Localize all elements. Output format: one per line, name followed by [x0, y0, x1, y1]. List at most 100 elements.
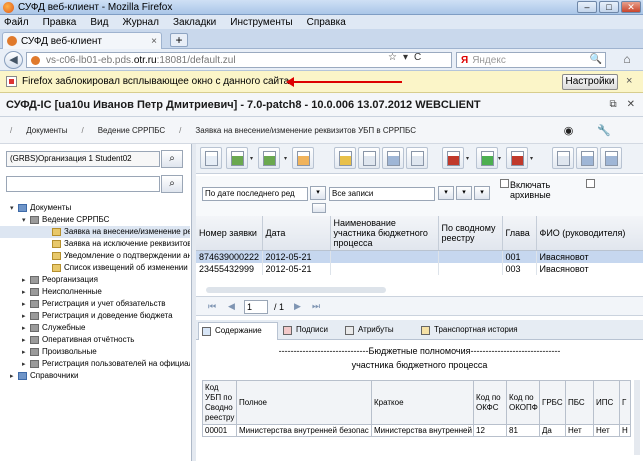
collapse-icon[interactable]: ▾ [22, 215, 30, 226]
tree-item[interactable]: ▸ Неисполненные [0, 286, 190, 298]
settings-wrench-icon[interactable]: 🔧 [597, 124, 611, 137]
table-row[interactable]: 23455432999 2012-05-21 003 Ивасяновот [196, 262, 643, 275]
tree-item[interactable]: ▾ Ведение СРРПБС [0, 214, 190, 226]
home-icon[interactable]: ⌂ [618, 52, 636, 68]
expand-icon[interactable]: ▸ [22, 287, 30, 298]
close-app-icon[interactable]: ✕ [627, 99, 635, 110]
menu-tools[interactable]: Инструменты [230, 17, 292, 28]
delete-document-button[interactable] [506, 147, 528, 169]
browser-tab[interactable]: СУФД веб-клиент × [2, 32, 162, 49]
tree-item[interactable]: Заявка на внесение/изменение рекв [0, 226, 190, 238]
grid-column-header[interactable]: Наименование участника бюджетного процес… [330, 216, 439, 251]
grid-column-header[interactable]: Номер заявки [196, 216, 263, 251]
first-page-icon[interactable]: ⏮ [208, 301, 216, 312]
menu-bookmarks[interactable]: Закладки [173, 17, 216, 28]
next-page-icon[interactable]: ▶ [294, 301, 301, 312]
tab-content[interactable]: Содержание [198, 322, 278, 340]
grid-column-header[interactable]: ФИО (руководителя) [536, 216, 643, 251]
tree-item[interactable]: Список извещений об изменении РУБ [0, 262, 190, 274]
expand-icon[interactable]: ▸ [22, 347, 30, 358]
tree-item[interactable]: ▸ Служебные [0, 322, 190, 334]
menu-help[interactable]: Справка [307, 17, 346, 28]
popup-close-icon[interactable]: × [626, 75, 632, 87]
attach-button[interactable] [576, 147, 598, 169]
sort-direction-button[interactable]: ▾ [310, 186, 326, 200]
reload-icon[interactable]: C [414, 52, 421, 63]
calendar-icon[interactable] [312, 203, 326, 213]
content-vertical-scrollbar[interactable] [634, 380, 640, 455]
records-select[interactable]: Все записи [329, 187, 435, 201]
dropdown-caret-icon[interactable]: ▾ [250, 155, 253, 162]
search-input[interactable]: Я Яндекс 🔍 [456, 52, 606, 68]
refresh-button[interactable] [552, 147, 574, 169]
tree-item[interactable]: ▸ Регистрация и доведение бюджета [0, 310, 190, 322]
expand-icon[interactable]: ▸ [10, 371, 18, 382]
dropdown-caret-icon[interactable]: ▾ [530, 155, 533, 162]
help-globe-icon[interactable]: ◉ [564, 124, 574, 137]
page-number-input[interactable]: 1 [244, 300, 268, 314]
include-archive-checkbox[interactable] [500, 179, 509, 188]
site-identity-icon[interactable] [31, 55, 40, 65]
open-document-button[interactable] [292, 147, 314, 169]
tab-attributes[interactable]: Атрибуты [342, 322, 416, 340]
export-document-button[interactable] [406, 147, 428, 169]
expand-icon[interactable]: ▸ [22, 311, 30, 322]
menu-history[interactable]: Журнал [122, 17, 159, 28]
tree-item[interactable]: ▸ Регистрация пользователей на официал [0, 358, 190, 370]
expand-icon[interactable]: ▸ [22, 299, 30, 310]
breadcrumb-item-request[interactable]: Заявка на внесение/изменение реквизитов … [195, 126, 416, 135]
table-row[interactable]: 874639000222 2012-05-21 001 Ивасяновот [196, 250, 643, 263]
tree-item[interactable]: ▸ Регистрация и учет обязательств [0, 298, 190, 310]
sort-select[interactable]: По дате последнего ред [202, 187, 308, 201]
check-document-button[interactable] [476, 147, 498, 169]
menu-edit[interactable]: Правка [43, 17, 77, 28]
tree-item[interactable]: ▸ Произвольные [0, 346, 190, 358]
tree-item[interactable]: Уведомление о подтверждении анну [0, 250, 190, 262]
grid-column-header[interactable]: Дата [262, 216, 331, 251]
breadcrumb-item-documents[interactable]: Документы [26, 126, 67, 135]
tab-transport-history[interactable]: Транспортная история [418, 322, 536, 340]
history-dropdown-icon[interactable]: ▾ [403, 52, 408, 63]
breadcrumb-item-srrpbs[interactable]: Ведение СРРПБС [98, 126, 165, 135]
maximize-button[interactable]: □ [599, 1, 619, 13]
menu-file[interactable]: Файл [4, 17, 29, 28]
grid-column-header[interactable]: Глава [502, 216, 537, 251]
collapse-icon[interactable]: ▾ [10, 203, 18, 214]
dropdown-caret-icon[interactable]: ▾ [498, 155, 501, 162]
tree-filter-input[interactable] [6, 176, 160, 192]
restore-icon[interactable]: ⧉ [609, 99, 616, 110]
grid-horizontal-scrollbar[interactable] [206, 287, 386, 293]
create-document-button[interactable] [226, 147, 248, 169]
filter-clear-button[interactable]: ▾ [474, 186, 490, 200]
expand-icon[interactable]: ▸ [22, 275, 30, 286]
new-tab-button[interactable]: + [170, 33, 188, 47]
tree-filter-button[interactable]: ⌕ [161, 175, 183, 193]
print-document-button[interactable] [382, 147, 404, 169]
expand-icon[interactable]: ▸ [22, 335, 30, 346]
create-copy-button[interactable] [258, 147, 280, 169]
view-document-button[interactable] [358, 147, 380, 169]
menu-view[interactable]: Вид [90, 17, 108, 28]
tree-item[interactable]: ▸ Оперативная отчётность [0, 334, 190, 346]
bookmark-star-icon[interactable]: ☆ [388, 52, 397, 63]
tree-item[interactable]: ▾ Документы [0, 202, 190, 214]
search-go-icon[interactable]: 🔍 [590, 54, 602, 65]
prev-page-icon[interactable]: ◀ [228, 301, 235, 312]
minimize-button[interactable]: – [577, 1, 597, 13]
organization-search-button[interactable]: ⌕ [161, 150, 183, 168]
organization-select[interactable]: (GRBS)Организация 1 Student02 [6, 151, 160, 167]
expand-icon[interactable]: ▸ [22, 323, 30, 334]
expand-icon[interactable]: ▸ [22, 359, 30, 370]
sign-document-button[interactable] [442, 147, 464, 169]
table-row[interactable]: 00001 Министерства внутренней безопас Мини… [202, 424, 631, 437]
close-window-button[interactable]: ✕ [621, 1, 641, 13]
edit-document-button[interactable] [334, 147, 356, 169]
nav-first-button[interactable] [200, 147, 222, 169]
filter-edit-button[interactable]: ▾ [456, 186, 472, 200]
last-page-icon[interactable]: ⏭ [312, 301, 320, 312]
extra-option-checkbox[interactable] [586, 179, 595, 188]
popup-settings-button[interactable]: Настройки [562, 74, 618, 90]
dropdown-caret-icon[interactable]: ▾ [284, 155, 287, 162]
grid-column-header[interactable]: По сводному реестру [438, 216, 503, 251]
dropdown-caret-icon[interactable]: ▾ [466, 155, 469, 162]
